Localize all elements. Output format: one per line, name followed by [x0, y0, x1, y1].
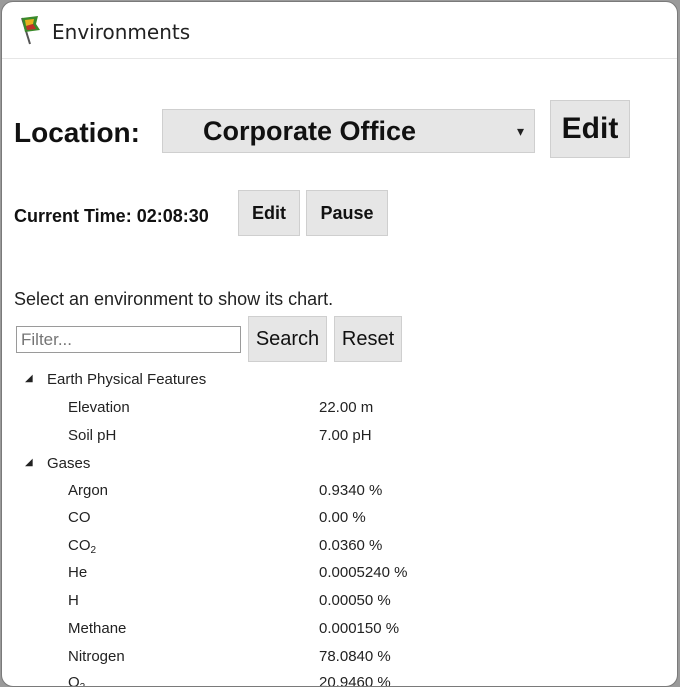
- current-time-value: 02:08:30: [136, 206, 209, 226]
- reset-button[interactable]: Reset: [334, 316, 402, 362]
- tree-item-value: 78.0840 %: [319, 648, 391, 665]
- title-bar: Environments: [2, 2, 677, 59]
- tree-item-value: 0.00050 %: [319, 592, 391, 609]
- tree-item-value: 0.0360 %: [319, 537, 383, 554]
- filter-input[interactable]: [16, 326, 241, 353]
- tree-item-name: Argon: [68, 482, 109, 499]
- tree-item-value: 0.000150 %: [319, 620, 400, 637]
- tree-item-name: Nitrogen: [68, 648, 125, 665]
- current-time-label: Current Time:: [14, 206, 132, 226]
- tree-item-value: 0.0005240 %: [319, 564, 408, 581]
- dropdown-caret-icon: ▾: [516, 123, 524, 139]
- tree-item-name: Elevation: [68, 399, 130, 416]
- tree-item-name: CO: [68, 509, 91, 526]
- tree-item-value: 7.00 pH: [319, 427, 372, 444]
- location-dropdown[interactable]: Corporate Office ▾: [162, 109, 535, 153]
- tree-item-name: Methane: [68, 620, 127, 637]
- collapse-triangle-icon[interactable]: ◢: [25, 373, 33, 384]
- pause-button[interactable]: Pause: [306, 190, 388, 236]
- location-label: Location:: [14, 117, 140, 148]
- main-content: Location: Corporate Office ▾ Edit Curren…: [2, 59, 677, 686]
- tree-group-label: Gases: [47, 455, 91, 472]
- collapse-triangle-icon[interactable]: ◢: [25, 457, 33, 468]
- tree-group-earth-physical-features[interactable]: ◢ Earth Physical Features: [25, 371, 207, 388]
- current-time: Current Time: 02:08:30: [14, 206, 209, 227]
- environments-window: Environments Location: Corporate Office …: [1, 1, 678, 687]
- tree-group-gases[interactable]: ◢ Gases: [25, 455, 91, 472]
- app-flag-icon: [21, 16, 40, 45]
- edit-location-button[interactable]: Edit: [550, 100, 630, 158]
- tree-group-label: Earth Physical Features: [47, 371, 207, 388]
- edit-time-button[interactable]: Edit: [238, 190, 300, 236]
- tree-item-name: Soil pH: [68, 427, 117, 444]
- window-title: Environments: [52, 20, 191, 44]
- tree-item-name: O2: [68, 674, 85, 687]
- location-selected-value: Corporate Office: [203, 116, 417, 146]
- instruction-text: Select an environment to show its chart.: [14, 289, 334, 309]
- tree-item-value: 22.00 m: [319, 399, 374, 416]
- search-button[interactable]: Search: [248, 316, 327, 362]
- tree-item-name: H: [68, 592, 79, 609]
- tree-item-value: 0.00 %: [319, 509, 366, 526]
- tree-item-name: CO2: [68, 537, 97, 556]
- tree-item-value: 20.9460 %: [319, 674, 391, 687]
- tree-item-name: He: [68, 564, 88, 581]
- tree-item-value: 0.9340 %: [319, 482, 383, 499]
